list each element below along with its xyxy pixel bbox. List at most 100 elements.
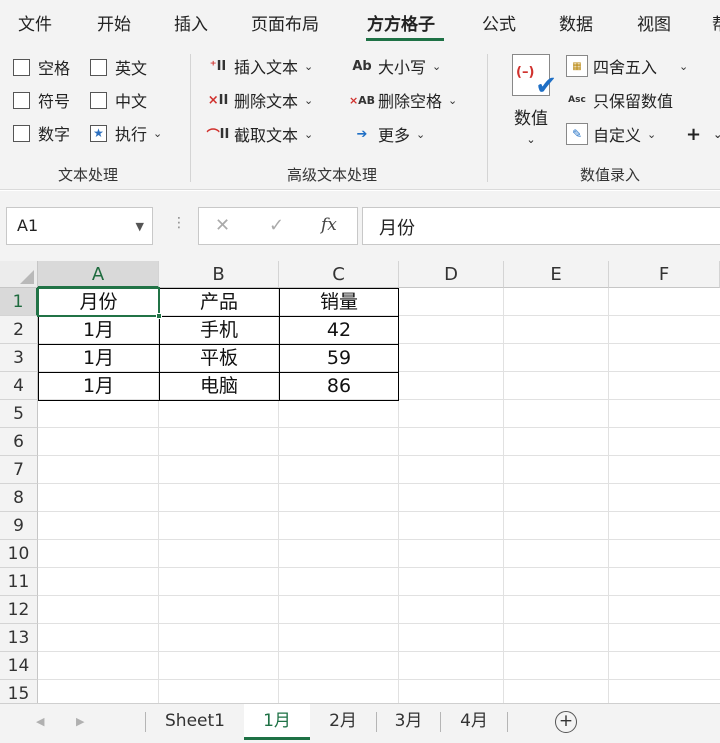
cell-b3[interactable]: 平板 <box>159 344 279 372</box>
row-header-2[interactable]: 2 <box>0 316 38 344</box>
insert-text-label: 插入文本 <box>234 58 299 77</box>
confirm-icon[interactable]: ✓ <box>269 215 284 236</box>
fill-handle[interactable] <box>156 313 162 319</box>
custom-button[interactable]: ✎ 自定义 ⌄ <box>566 122 656 146</box>
row-header-14[interactable]: 14 <box>0 652 38 680</box>
cell-a4[interactable]: 1月 <box>38 372 159 400</box>
formula-bar: A1 ▼ ⋮ ✕ ✓ fx 月份 <box>0 191 720 261</box>
numeric-doc-icon: (–) ✔ <box>512 54 557 101</box>
more-options-icon[interactable]: ⋮ <box>172 215 186 231</box>
table-border <box>398 288 399 401</box>
chevron-down-icon: ⌄ <box>432 59 442 73</box>
cell-a3[interactable]: 1月 <box>38 344 159 372</box>
gridline-horizontal <box>38 483 720 484</box>
row-header-9[interactable]: 9 <box>0 512 38 540</box>
row-header-3[interactable]: 3 <box>0 344 38 372</box>
gridline-horizontal <box>38 595 720 596</box>
menu-data[interactable]: 数据 <box>559 10 593 35</box>
table-border <box>279 288 280 401</box>
menu-insert[interactable]: 插入 <box>174 10 208 35</box>
group-label-advanced-text: 高级文本处理 <box>287 166 378 184</box>
menu-formulas[interactable]: 公式 <box>482 10 516 35</box>
row-header-4[interactable]: 4 <box>0 372 38 400</box>
checkbox-number[interactable]: 数字 <box>13 122 70 144</box>
column-header-a[interactable]: A <box>38 261 159 288</box>
extract-text-button[interactable]: ⌒ II 截取文本 ⌄ <box>207 122 314 146</box>
name-box[interactable]: A1 ▼ <box>6 207 153 245</box>
row-header-11[interactable]: 11 <box>0 568 38 596</box>
checkbox-chinese[interactable]: 中文 <box>90 89 147 111</box>
insert-text-button[interactable]: ⁺ II 插入文本 ⌄ <box>207 54 314 78</box>
checkbox-english-label: 英文 <box>115 59 148 78</box>
add-sheet-icon[interactable]: + <box>555 711 577 733</box>
menu-fangfang-gezi[interactable]: 方方格子 <box>367 10 435 35</box>
menu-help[interactable]: 帮 <box>712 10 720 35</box>
cell-b4[interactable]: 电脑 <box>159 372 279 400</box>
case-button[interactable]: Ab 大小写 ⌄ <box>351 54 441 78</box>
keep-values-label: 只保留数值 <box>593 92 674 111</box>
delete-space-button[interactable]: × AB 删除空格 ⌄ <box>349 88 457 112</box>
gridline-horizontal <box>38 511 720 512</box>
tab-march[interactable]: 3月 <box>377 704 440 740</box>
select-all-corner[interactable] <box>0 261 38 288</box>
menu-file[interactable]: 文件 <box>18 10 52 35</box>
checkbox-box[interactable] <box>13 58 30 76</box>
column-header-d[interactable]: D <box>399 261 504 288</box>
tab-sheet1[interactable]: Sheet1 <box>146 704 244 740</box>
row-header-1[interactable]: 1 <box>0 288 38 316</box>
column-header-c[interactable]: C <box>279 261 399 288</box>
prev-sheet-icon[interactable]: ◀ <box>36 715 44 728</box>
row-header-5[interactable]: 5 <box>0 400 38 428</box>
delete-text-button[interactable]: × II 删除文本 ⌄ <box>207 88 314 112</box>
checkbox-box[interactable] <box>90 91 107 109</box>
checkbox-box[interactable] <box>90 58 107 76</box>
row-header-10[interactable]: 10 <box>0 540 38 568</box>
cell-c4[interactable]: 86 <box>279 372 399 400</box>
checkbox-box[interactable] <box>13 91 30 109</box>
delete-space-label: 删除空格 <box>378 92 443 111</box>
menu-view[interactable]: 视图 <box>637 10 671 35</box>
next-sheet-icon[interactable]: ▶ <box>76 715 84 728</box>
menu-home[interactable]: 开始 <box>97 10 131 35</box>
row-header-8[interactable]: 8 <box>0 484 38 512</box>
cancel-icon[interactable]: ✕ <box>215 215 230 236</box>
checkbox-box[interactable] <box>13 124 30 142</box>
gridline-horizontal <box>38 539 720 540</box>
cell-c2[interactable]: 42 <box>279 316 399 344</box>
checkbox-space[interactable]: 空格 <box>13 56 70 78</box>
cell-a2[interactable]: 1月 <box>38 316 159 344</box>
round-button[interactable]: ▦ 四舍五入 ⌄ <box>566 54 688 78</box>
more-button[interactable]: ➔ 更多 ⌄ <box>351 122 426 146</box>
ribbon-separator <box>190 54 191 182</box>
numeric-value-button[interactable]: (–) ✔ 数值 ⌄ <box>508 54 557 174</box>
abc-icon: Asc <box>568 95 586 105</box>
delete-text-icon: × II <box>207 92 229 108</box>
row-header-7[interactable]: 7 <box>0 456 38 484</box>
insert-function-icon[interactable]: fx <box>321 215 337 235</box>
add-button[interactable]: + ⌄ <box>686 122 720 146</box>
custom-label: 自定义 <box>593 126 642 145</box>
menu-page-layout[interactable]: 页面布局 <box>251 10 319 35</box>
tab-january[interactable]: 1月 <box>244 704 310 740</box>
row-header-15[interactable]: 15 <box>0 680 38 703</box>
row-header-6[interactable]: 6 <box>0 428 38 456</box>
tab-april[interactable]: 4月 <box>441 704 507 740</box>
tab-february[interactable]: 2月 <box>310 704 376 740</box>
checkbox-english[interactable]: 英文 <box>90 56 147 78</box>
column-header-e[interactable]: E <box>504 261 609 288</box>
cell-b2[interactable]: 手机 <box>159 316 279 344</box>
checkbox-symbol[interactable]: 符号 <box>13 89 70 111</box>
edit-icon: ✎ <box>566 123 588 145</box>
keep-values-button[interactable]: Asc 只保留数值 <box>566 88 673 112</box>
chevron-down-icon[interactable]: ▼ <box>136 220 144 233</box>
formula-input[interactable]: 月份 <box>362 207 720 245</box>
column-header-b[interactable]: B <box>159 261 279 288</box>
column-header-f[interactable]: F <box>609 261 720 288</box>
gridline-horizontal <box>38 427 720 428</box>
row-header-13[interactable]: 13 <box>0 624 38 652</box>
cell-b1[interactable]: 产品 <box>159 288 279 316</box>
cell-c1[interactable]: 销量 <box>279 288 399 316</box>
cell-c3[interactable]: 59 <box>279 344 399 372</box>
run-button[interactable]: ★ 执行 ⌄ <box>90 122 162 144</box>
row-header-12[interactable]: 12 <box>0 596 38 624</box>
